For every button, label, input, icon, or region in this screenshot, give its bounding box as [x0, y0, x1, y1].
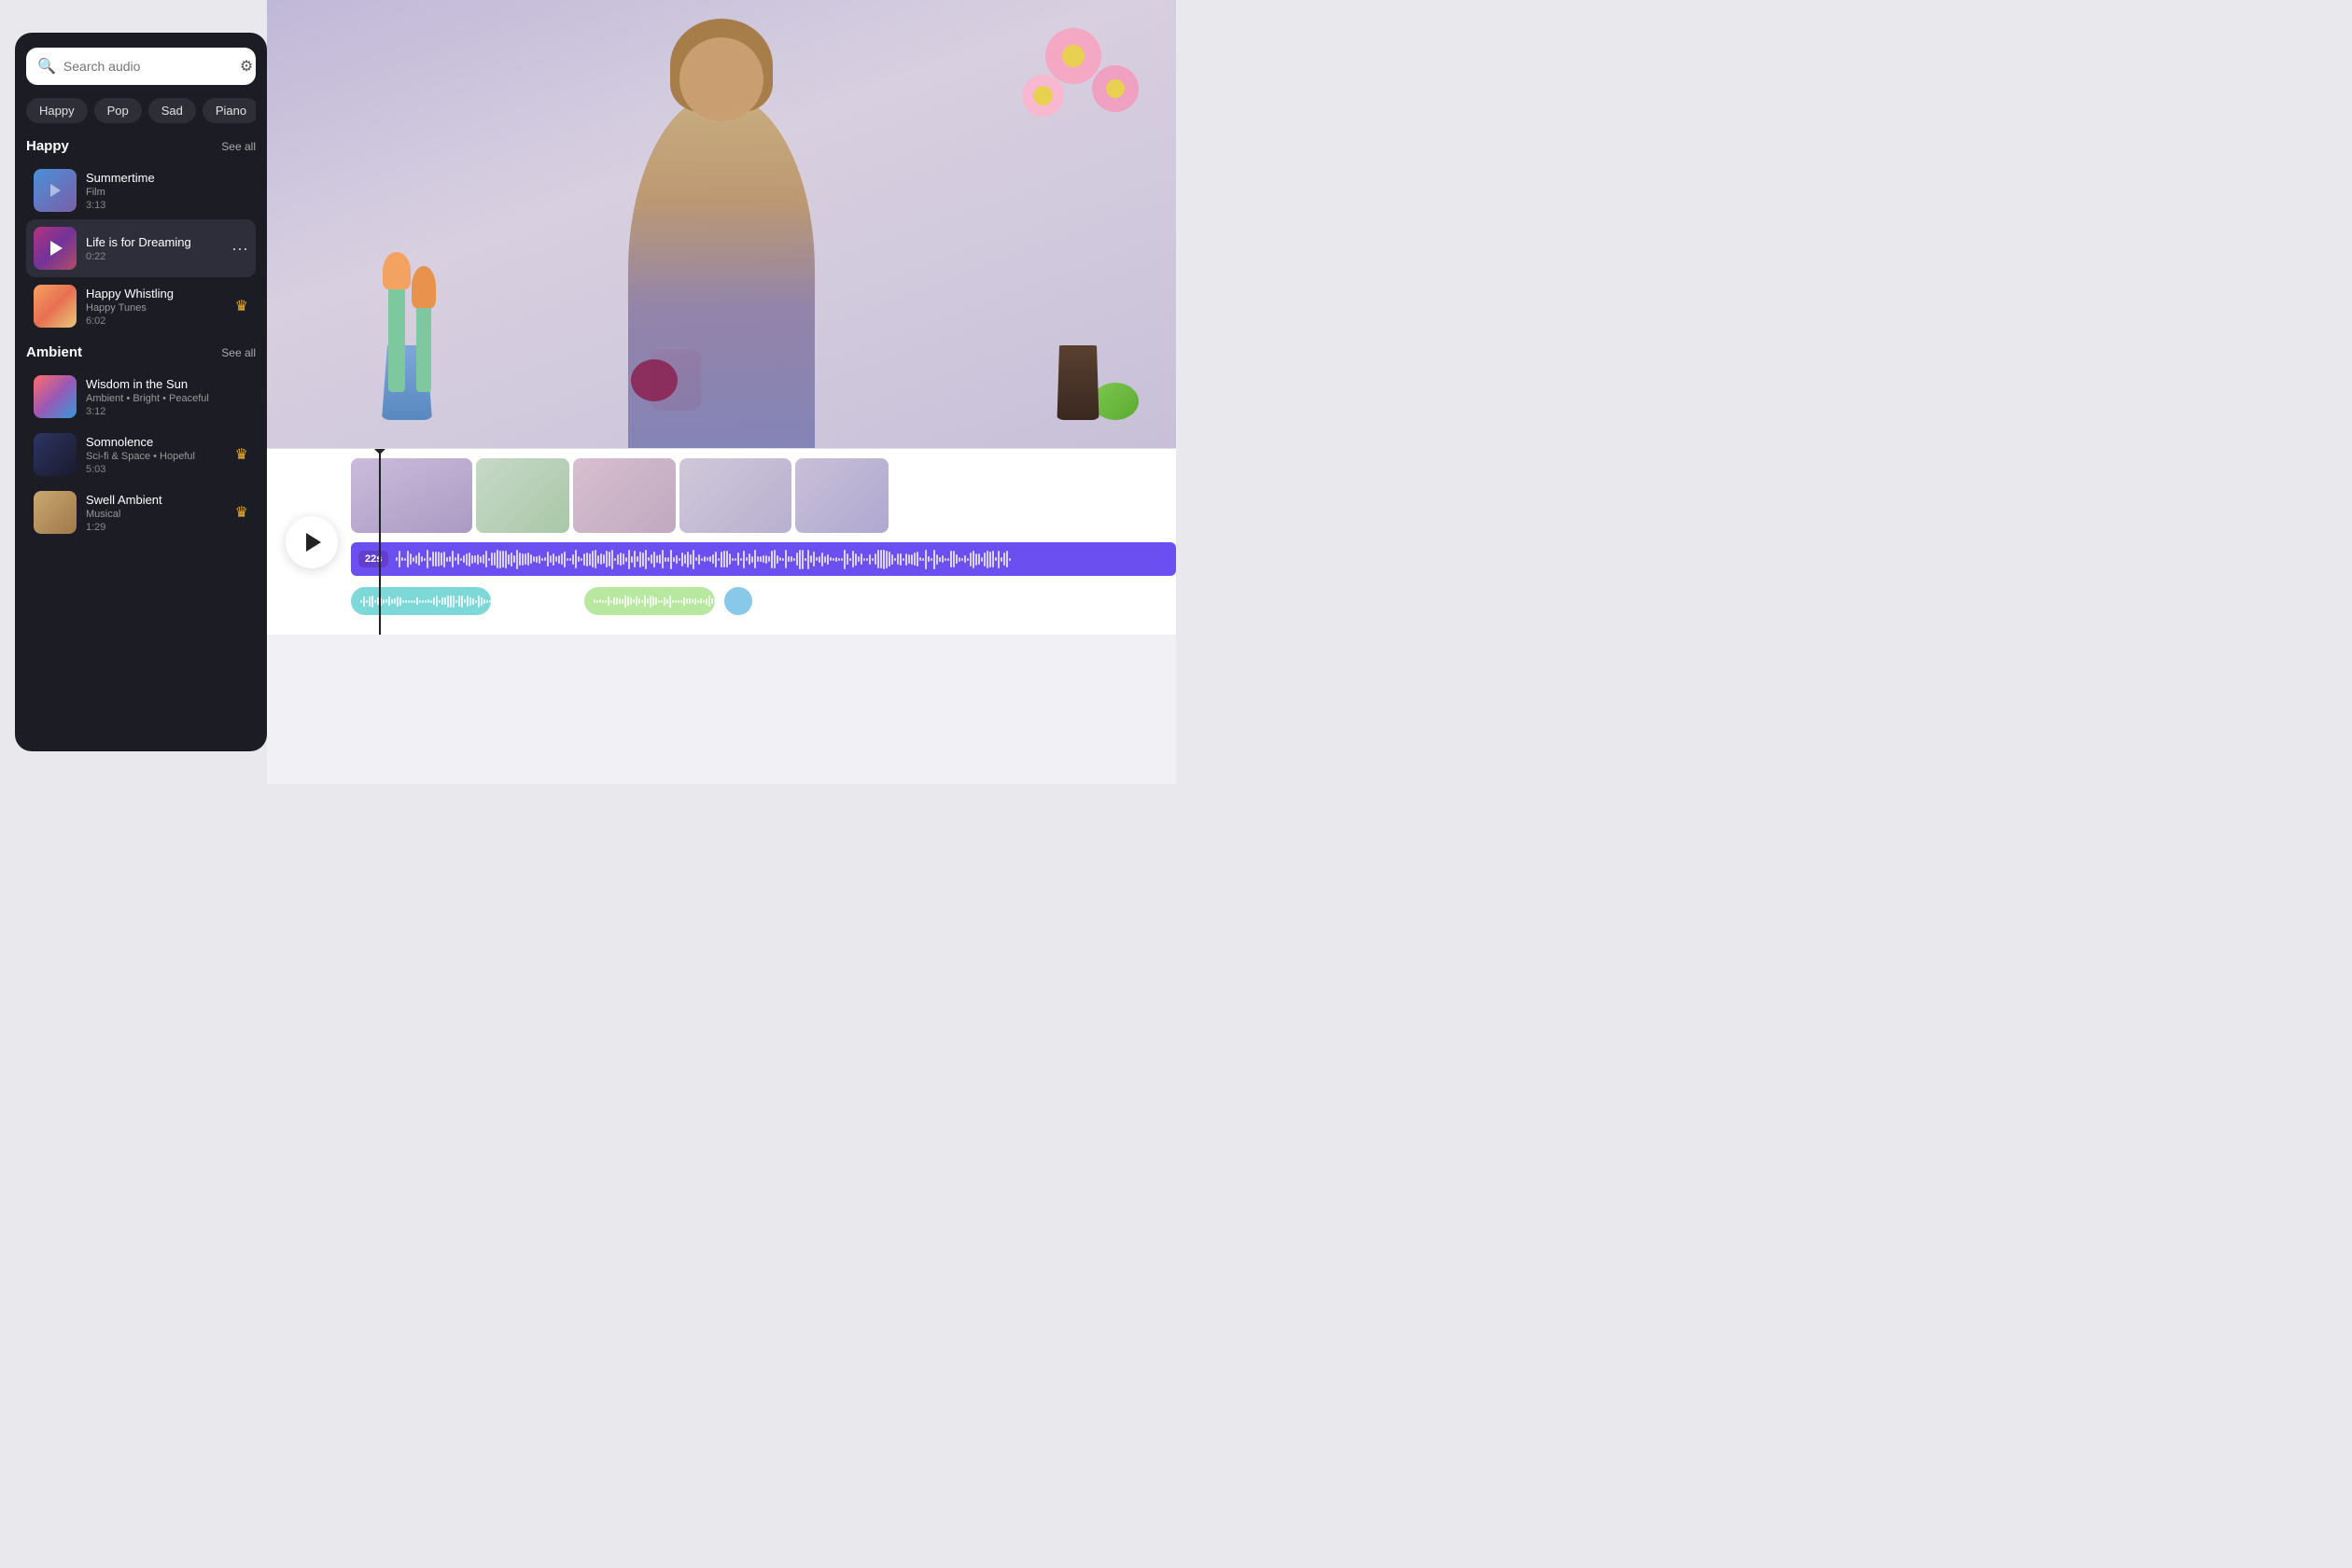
tag-pop[interactable]: Pop: [94, 98, 142, 123]
track-item-swell-ambient[interactable]: Swell Ambient Musical 1:29 ♛: [26, 483, 256, 541]
video-thumb-4: [679, 458, 791, 533]
audio-library-panel: 🔍 ⚙ Happy Pop Sad Piano Jazz Bi› Happy S…: [15, 33, 267, 751]
video-strip: [351, 458, 1176, 533]
more-options-icon[interactable]: ···: [231, 239, 248, 259]
track-thumb-somnolence: [34, 433, 77, 476]
tulip-1: [388, 280, 405, 392]
filter-icon[interactable]: ⚙: [240, 57, 253, 76]
track-meta-somnolence: Sci-fi & Space • Hopeful: [86, 451, 226, 462]
track-thumb-life-dreaming: [34, 227, 77, 270]
timeline-area: 22s ☞: [267, 448, 1176, 635]
track-meta-happy-whistling: Happy Tunes: [86, 302, 226, 314]
track-name-swell-ambient: Swell Ambient: [86, 493, 226, 507]
search-bar: 🔍 ⚙: [26, 48, 256, 85]
time-badge: 22s: [358, 551, 388, 567]
premium-icon-happy-whistling: ♛: [235, 297, 248, 315]
track-name-wisdom-sun: Wisdom in the Sun: [86, 377, 248, 391]
track-name-happy-whistling: Happy Whistling: [86, 287, 226, 301]
video-preview: [267, 0, 1176, 448]
audio-track-purple[interactable]: 22s: [351, 542, 1176, 576]
ambient-section-header: Ambient See all: [26, 344, 256, 360]
track-meta-swell-ambient: Musical: [86, 509, 226, 520]
editor-panel: 22s ☞: [267, 0, 1176, 784]
premium-icon-swell-ambient: ♛: [235, 503, 248, 522]
track-info-wisdom-sun: Wisdom in the Sun Ambient • Bright • Pea…: [86, 377, 248, 417]
track-info-somnolence: Somnolence Sci-fi & Space • Hopeful 5:03: [86, 435, 226, 475]
ambient-section-title: Ambient: [26, 344, 82, 360]
happy-section-header: Happy See all: [26, 138, 256, 154]
audio-track-blue-sm[interactable]: [724, 587, 752, 615]
happy-section-title: Happy: [26, 138, 69, 154]
track-duration-somnolence: 5:03: [86, 464, 226, 475]
tag-sad[interactable]: Sad: [148, 98, 196, 123]
audio-track-teal[interactable]: [351, 587, 491, 615]
dark-vase: [1055, 345, 1101, 420]
track-duration-wisdom-sun: 3:12: [86, 406, 248, 417]
person-head: [679, 37, 763, 121]
track-info-swell-ambient: Swell Ambient Musical 1:29: [86, 493, 226, 533]
track-info-life-dreaming: Life is for Dreaming 0:22: [86, 235, 222, 262]
video-thumb-3: [573, 458, 676, 533]
search-input[interactable]: [63, 59, 232, 74]
playhead-diamond: [373, 448, 386, 455]
video-thumb-5: [795, 458, 889, 533]
video-thumb-1: [351, 458, 472, 533]
play-triangle-icon: [306, 533, 321, 552]
track-item-wisdom-sun[interactable]: Wisdom in the Sun Ambient • Bright • Pea…: [26, 368, 256, 426]
premium-icon-somnolence: ♛: [235, 445, 248, 464]
track-item-happy-whistling[interactable]: Happy Whistling Happy Tunes 6:02 ♛: [26, 277, 256, 335]
track-meta-summertime: Film: [86, 187, 248, 198]
grapes: [631, 359, 678, 401]
track-item-life-dreaming[interactable]: Life is for Dreaming 0:22 ···: [26, 219, 256, 277]
search-icon: 🔍: [37, 57, 56, 76]
track-thumb-summertime: [34, 169, 77, 212]
tag-happy[interactable]: Happy: [26, 98, 88, 123]
track-duration-swell-ambient: 1:29: [86, 522, 226, 533]
track-meta-wisdom-sun: Ambient • Bright • Peaceful: [86, 393, 248, 404]
fruit-decoration: [1092, 383, 1139, 420]
track-thumb-happy-whistling: [34, 285, 77, 328]
track-duration-life-dreaming: 0:22: [86, 251, 222, 262]
tags-row: Happy Pop Sad Piano Jazz Bi›: [26, 98, 256, 123]
waveform-purple: [396, 548, 1169, 570]
track-name-life-dreaming: Life is for Dreaming: [86, 235, 222, 249]
ambient-see-all[interactable]: See all: [221, 346, 256, 359]
track-info-happy-whistling: Happy Whistling Happy Tunes 6:02: [86, 287, 226, 327]
tag-piano[interactable]: Piano: [203, 98, 256, 123]
tulip-2: [416, 299, 431, 392]
track-name-somnolence: Somnolence: [86, 435, 226, 449]
playhead-marker: [379, 449, 381, 635]
audio-track-green[interactable]: [584, 587, 715, 615]
track-thumb-wisdom-sun: [34, 375, 77, 418]
track-thumb-swell-ambient: [34, 491, 77, 534]
happy-see-all[interactable]: See all: [221, 140, 256, 153]
track-info-summertime: Summertime Film 3:13: [86, 171, 248, 211]
track-duration-happy-whistling: 6:02: [86, 315, 226, 327]
waveform-green: [594, 594, 715, 609]
video-thumb-2: [476, 458, 569, 533]
play-button[interactable]: [286, 516, 338, 568]
track-item-somnolence[interactable]: Somnolence Sci-fi & Space • Hopeful 5:03…: [26, 426, 256, 483]
track-item-summertime[interactable]: Summertime Film 3:13: [26, 161, 256, 219]
track-name-summertime: Summertime: [86, 171, 248, 185]
track-duration-summertime: 3:13: [86, 200, 248, 211]
